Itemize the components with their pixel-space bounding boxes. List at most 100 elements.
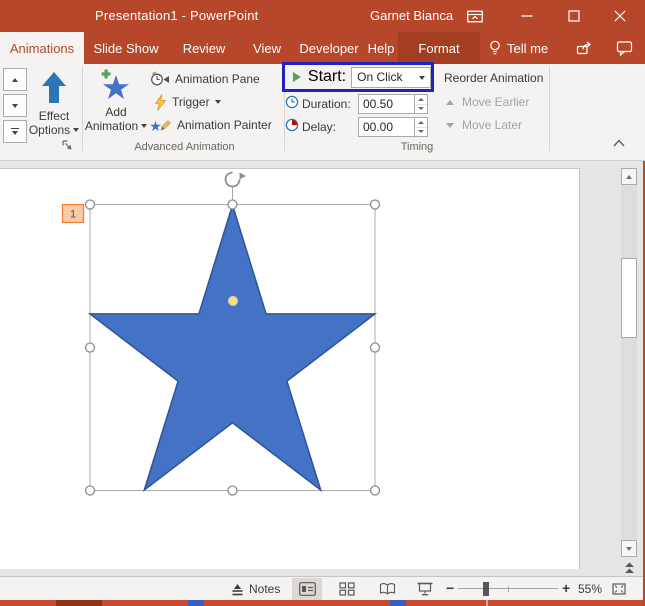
maximize-button[interactable]	[557, 0, 591, 32]
share-button[interactable]	[567, 32, 601, 64]
animation-painter-icon	[150, 120, 171, 131]
zoom-percent[interactable]: 55%	[578, 582, 602, 596]
powerpoint-window: Presentation1 - PowerPoint Garnet Bianca	[0, 0, 645, 606]
start-setting-highlight: Start: On Click	[282, 62, 434, 92]
notes-button[interactable]: Notes	[226, 578, 285, 600]
tab-help[interactable]: Help	[364, 32, 398, 64]
star-shape[interactable]	[87, 202, 378, 493]
notes-label: Notes	[249, 582, 281, 596]
comments-button[interactable]	[607, 32, 641, 64]
ribbon-tab-bar: Animations Slide Show Review View Develo…	[0, 32, 645, 64]
add-animation-star-icon	[101, 69, 129, 99]
scroll-down-button[interactable]	[621, 540, 637, 557]
gallery-scroll-down-button[interactable]	[3, 94, 27, 117]
zoom-in-button[interactable]: +	[562, 580, 570, 596]
tell-me-box[interactable]: Tell me	[489, 32, 548, 64]
shape-adjust-handle[interactable]	[227, 295, 239, 307]
close-icon	[614, 10, 626, 22]
delay-clock-icon	[285, 118, 299, 132]
fit-to-window-icon	[612, 583, 626, 595]
duration-value[interactable]: 00.50	[359, 95, 414, 113]
lightbulb-icon	[490, 40, 500, 54]
reading-view-icon	[379, 583, 395, 595]
play-icon	[292, 72, 301, 82]
slide-show-view-button[interactable]	[410, 578, 440, 600]
tab-developer[interactable]: Developer	[294, 32, 364, 64]
ribbon-display-options-icon	[467, 10, 483, 22]
delay-spin-up[interactable]	[415, 118, 427, 128]
duration-spin-up[interactable]	[415, 95, 427, 105]
effect-options-button[interactable]: Effect Options	[28, 66, 80, 150]
up-triangle-icon	[446, 99, 454, 105]
gallery-more-button[interactable]	[3, 120, 27, 143]
dialog-launcher-icon	[62, 140, 72, 150]
down-triangle-icon	[12, 131, 18, 136]
tab-slide-show[interactable]: Slide Show	[84, 32, 168, 64]
tab-review[interactable]: Review	[168, 32, 240, 64]
down-triangle-icon	[446, 122, 454, 128]
collapse-ribbon-button[interactable]	[608, 134, 630, 152]
resize-handle-top-left[interactable]	[84, 199, 96, 210]
delay-label: Delay:	[302, 120, 337, 134]
gallery-scroll-up-button[interactable]	[3, 68, 27, 91]
minimize-button[interactable]	[510, 0, 544, 32]
slide-show-icon	[417, 582, 433, 596]
tab-view[interactable]: View	[240, 32, 294, 64]
dropdown-caret-icon	[419, 75, 425, 80]
zoom-out-button[interactable]: −	[446, 580, 454, 596]
comment-icon	[616, 41, 632, 56]
status-bar: Notes − + 55%	[0, 576, 645, 600]
start-dropdown[interactable]: On Click	[351, 66, 431, 88]
double-chevron-up-icon	[624, 562, 634, 573]
animation-pane-button[interactable]: Animation Pane	[150, 69, 260, 89]
previous-slide-button[interactable]	[621, 560, 637, 576]
animation-dialog-launcher[interactable]	[61, 139, 74, 152]
dropdown-caret-icon	[214, 100, 221, 104]
resize-handle-bottom-right[interactable]	[369, 485, 381, 496]
up-triangle-icon	[12, 77, 18, 82]
slide-content: 1	[61, 171, 381, 496]
animation-number-badge[interactable]: 1	[61, 203, 85, 224]
tab-animations[interactable]: Animations	[0, 32, 84, 64]
scrollbar-thumb[interactable]	[621, 258, 637, 338]
delay-spin-down[interactable]	[415, 128, 427, 137]
tab-format[interactable]: Format	[398, 32, 480, 64]
share-icon	[576, 41, 591, 55]
advanced-animation-group-label: Advanced Animation	[134, 141, 235, 153]
move-earlier-button: Move Earlier	[446, 95, 529, 109]
close-button[interactable]	[603, 0, 637, 32]
normal-view-button[interactable]	[292, 578, 322, 600]
duration-spinbox[interactable]: 00.50	[358, 94, 428, 114]
chevron-up-icon	[613, 139, 625, 147]
resize-handle-top-center[interactable]	[227, 199, 238, 210]
trigger-button[interactable]: Trigger	[154, 92, 221, 112]
delay-spinbox[interactable]: 00.00	[358, 117, 428, 137]
add-animation-button[interactable]: Add Animation	[85, 66, 148, 150]
resize-handle-top-right[interactable]	[369, 199, 381, 210]
resize-handle-bottom-center[interactable]	[227, 485, 238, 496]
scroll-up-button[interactable]	[621, 168, 637, 185]
slide-sorter-icon	[339, 582, 355, 596]
signed-in-user: Garnet Bianca	[370, 8, 454, 23]
ribbon-display-options-button[interactable]	[458, 0, 492, 32]
fit-slide-to-window-button[interactable]	[606, 578, 632, 600]
svg-text:1: 1	[70, 209, 76, 221]
resize-handle-mid-right[interactable]	[369, 342, 381, 353]
resize-handle-mid-left[interactable]	[84, 342, 96, 353]
duration-spin-down[interactable]	[415, 105, 427, 114]
slide-sorter-view-button[interactable]	[332, 578, 362, 600]
notes-icon	[232, 584, 243, 596]
resize-handle-bottom-left[interactable]	[84, 485, 96, 496]
start-value: On Click	[357, 70, 403, 84]
lightning-bolt-icon	[154, 93, 167, 111]
reading-view-button[interactable]	[372, 578, 402, 600]
zoom-slider-handle[interactable]	[483, 582, 489, 596]
timing-group-label: Timing	[400, 141, 434, 153]
delay-value[interactable]: 00.00	[359, 118, 414, 136]
animation-painter-button[interactable]: Animation Painter	[150, 115, 272, 135]
normal-view-icon	[298, 582, 316, 596]
title-bar: Presentation1 - PowerPoint Garnet Bianca	[0, 0, 645, 32]
vertical-scrollbar[interactable]	[621, 168, 637, 557]
duration-clock-icon	[285, 95, 299, 109]
rotation-handle[interactable]	[224, 171, 247, 188]
